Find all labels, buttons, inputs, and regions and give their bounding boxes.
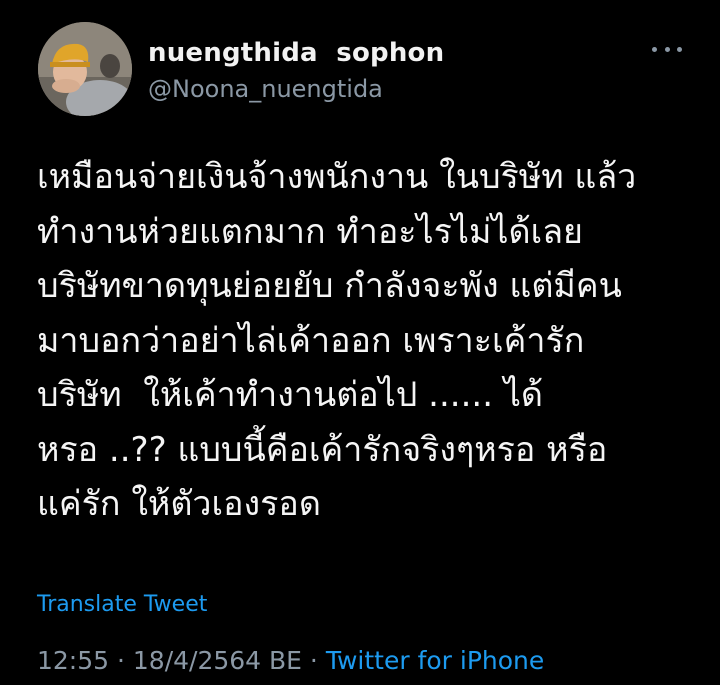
tweet-time[interactable]: 12:55	[37, 646, 109, 675]
tweet-line: ทำงานห่วยแตกมาก ทำอะไรไม่ได้เลย	[37, 211, 583, 252]
translate-tweet-link[interactable]: Translate Tweet	[37, 592, 207, 617]
user-names: nuengthida sophon @Noona_nuengtida	[148, 38, 444, 106]
tweet-date[interactable]: 18/4/2564 BE	[133, 646, 302, 675]
tweet-line: เหมือนจ่ายเงินจ้างพนักงาน ในบริษัท แล้ว	[37, 157, 637, 197]
meta-separator: ·	[109, 646, 133, 675]
dot	[677, 46, 682, 52]
tweet-source-link[interactable]: Twitter for iPhone	[326, 646, 544, 675]
display-name[interactable]: nuengthida sophon	[148, 38, 444, 68]
dot	[664, 46, 670, 52]
tweet-header: nuengthida sophon @Noona_nuengtida	[38, 22, 698, 118]
avatar[interactable]	[38, 22, 132, 116]
more-horizontal-icon[interactable]	[652, 42, 682, 56]
meta-separator: ·	[301, 646, 326, 675]
tweet-meta: 12:55 · 18/4/2564 BE · Twitter for iPhon…	[37, 646, 544, 675]
profile-photo-icon	[38, 22, 132, 116]
tweet-line: หรอ ..?? แบบนี้คือเค้ารักจริงๆหรอ หรือ	[37, 429, 608, 470]
dot	[652, 46, 657, 52]
tweet-line: บริษัทขาดทุนย่อยยับ กำลังจะพัง แต่มีคน	[37, 266, 622, 306]
tweet-text: เหมือนจ่ายเงินจ้างพนักงาน ในบริษัท แล้ว …	[37, 150, 707, 532]
tweet-line: มาบอกว่าอย่าไล่เค้าออก เพราะเค้ารัก	[37, 320, 585, 361]
tweet-line: บริษัท ให้เค้าทำงานต่อไป ...... ได้	[37, 375, 544, 415]
tweet-line: แค่รัก ให้ตัวเองรอด	[37, 484, 321, 524]
user-handle[interactable]: @Noona_nuengtida	[148, 72, 444, 106]
